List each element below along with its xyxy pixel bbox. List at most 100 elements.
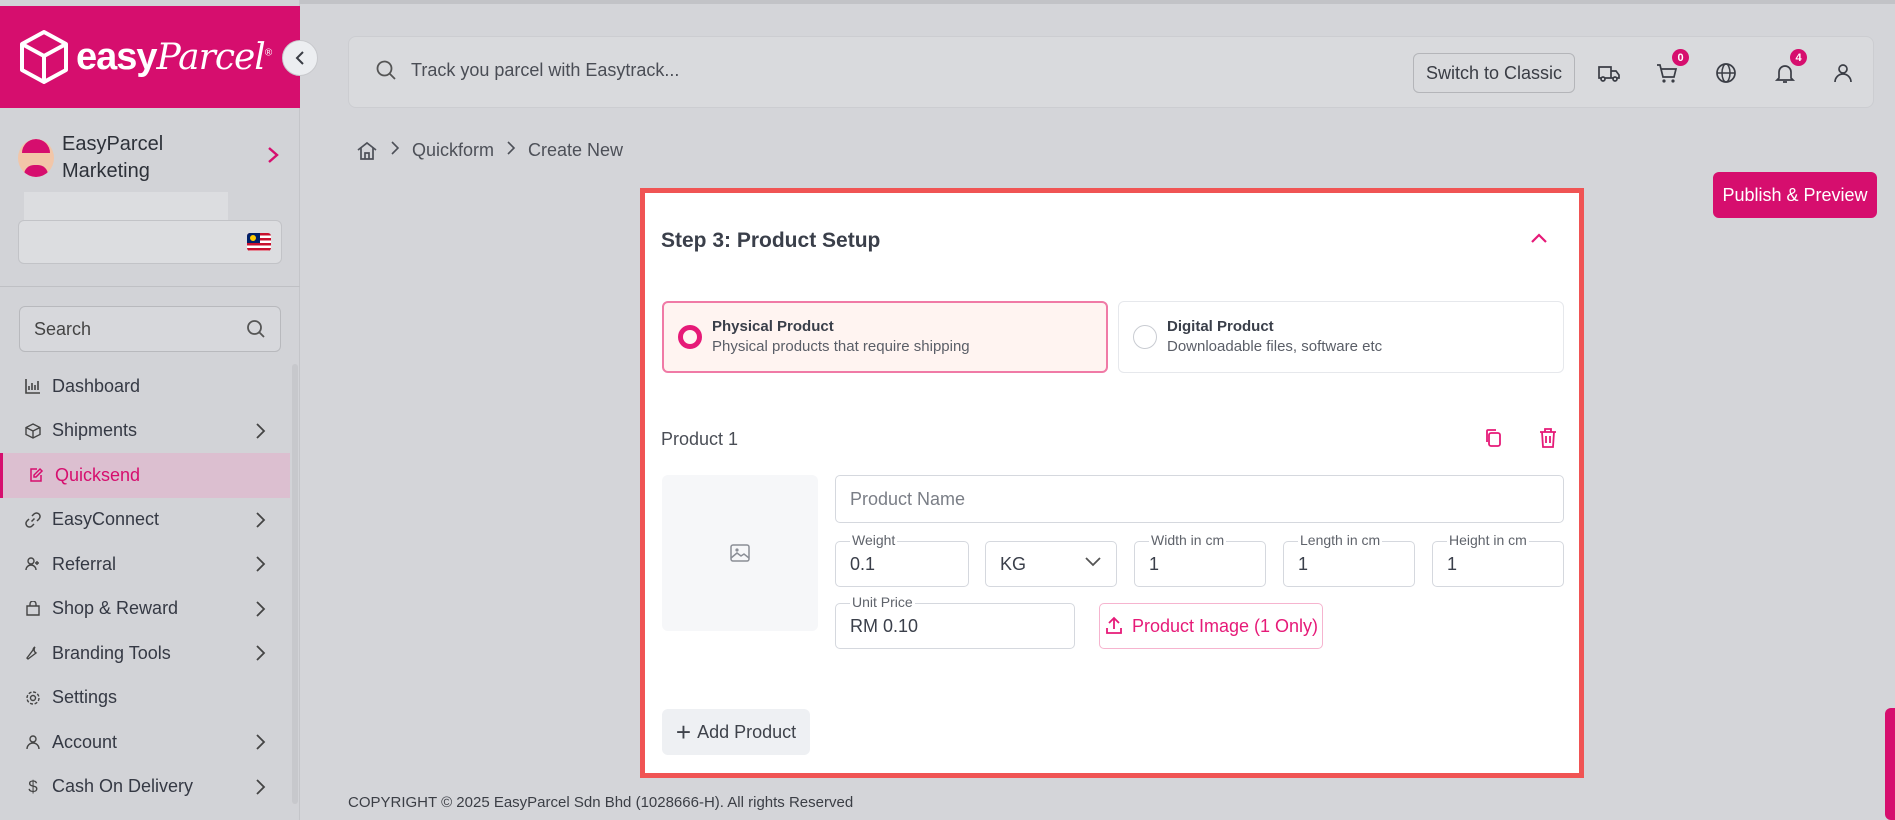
brand-logo[interactable]: easyParcel® <box>0 6 300 108</box>
user-icon[interactable] <box>1829 59 1857 87</box>
product-name-input[interactable]: Product Name <box>835 475 1564 523</box>
chevron-up-icon[interactable] <box>1529 231 1549 245</box>
home-icon[interactable] <box>356 141 378 161</box>
feedback-tab[interactable] <box>1885 708 1895 820</box>
width-label: Width in cm <box>1149 532 1227 548</box>
chevron-right-icon <box>256 734 266 750</box>
trash-icon[interactable] <box>1538 427 1558 449</box>
cart-button[interactable]: 0 <box>1653 49 1689 87</box>
chevron-right-icon <box>256 778 266 795</box>
weight-unit-value: KG <box>1000 553 1027 574</box>
malaysia-flag-icon <box>247 233 271 251</box>
sidebar-item-dashboard[interactable]: Dashboard <box>0 364 290 409</box>
chevron-right-icon <box>506 140 516 161</box>
sidebar-item-quicksend[interactable]: Quicksend <box>0 453 290 498</box>
easytrack-placeholder: Track you parcel with Easytrack... <box>411 59 680 80</box>
chevron-right-icon <box>256 556 266 572</box>
user-icon <box>24 733 42 751</box>
globe-icon[interactable] <box>1712 59 1740 87</box>
box-icon <box>24 422 42 440</box>
sidebar-collapse-button[interactable] <box>282 40 318 76</box>
sidebar-item-label: EasyConnect <box>52 509 160 530</box>
profile-switcher[interactable]: EasyParcel Marketing <box>18 128 280 188</box>
profile-name: EasyParcel Marketing <box>62 133 164 182</box>
product-image-upload-button[interactable]: Product Image (1 Only) <box>1099 603 1323 649</box>
physical-product-option[interactable]: Physical Product Physical products that … <box>662 301 1108 373</box>
add-product-label: Add Product <box>697 721 797 742</box>
length-input[interactable]: Length in cm 1 <box>1283 532 1415 587</box>
search-icon <box>247 320 265 338</box>
copyright-footer: COPYRIGHT © 2025 EasyParcel Sdn Bhd (102… <box>348 794 854 811</box>
digital-product-option[interactable]: Digital Product Downloadable files, soft… <box>1118 301 1564 373</box>
copy-icon[interactable] <box>1483 427 1503 449</box>
weight-value: 0.1 <box>850 553 876 574</box>
gear-icon <box>24 689 42 707</box>
switch-to-classic-button[interactable]: Switch to Classic <box>1413 53 1576 93</box>
chevron-right-icon <box>390 140 400 161</box>
divider <box>0 286 300 287</box>
sidebar-item-easyconnect[interactable]: EasyConnect <box>0 498 290 543</box>
height-input[interactable]: Height in cm 1 <box>1432 532 1564 587</box>
radio-unselected[interactable] <box>1133 325 1157 349</box>
image-icon <box>730 544 750 562</box>
wrench-icon <box>24 644 42 662</box>
plus-icon: + <box>675 717 692 747</box>
option-title: Physical Product <box>712 318 834 335</box>
sidebar-item-shipments[interactable]: Shipments <box>0 409 290 454</box>
chevron-right-icon <box>256 645 266 661</box>
avatar <box>18 139 54 177</box>
sidebar-item-label: Referral <box>52 553 117 574</box>
sidebar-item-label: Dashboard <box>52 375 141 396</box>
weight-input[interactable]: Weight 0.1 <box>835 532 969 587</box>
brand-name-italic: Parcel <box>156 36 266 78</box>
upload-label: Product Image (1 Only) <box>1131 615 1319 636</box>
product-setup-card: Step 3: Product Setup Physical Product P… <box>640 188 1584 778</box>
product-label: Product 1 <box>661 429 739 449</box>
cart-count-badge: 0 <box>1672 49 1689 66</box>
option-title: Digital Product <box>1167 318 1274 335</box>
product-name-placeholder: Product Name <box>850 488 966 509</box>
radio-selected[interactable] <box>678 325 702 349</box>
unit-price-label: Unit Price <box>850 594 915 610</box>
brand-name: easy <box>76 35 158 78</box>
chart-icon <box>24 377 42 395</box>
sidebar-item-account[interactable]: Account <box>0 720 290 765</box>
easytrack-search-input[interactable]: Track you parcel with Easytrack... <box>375 59 679 81</box>
breadcrumb: Quickform Create New <box>356 140 623 161</box>
card-title: Step 3: Product Setup <box>661 229 881 252</box>
sidebar-search-input[interactable]: Search <box>19 306 281 352</box>
unit-price-value: RM 0.10 <box>850 615 919 636</box>
chevron-right-icon <box>268 147 279 163</box>
sidebar-item-settings[interactable]: Settings <box>0 676 290 721</box>
user-plus-icon <box>24 555 42 573</box>
product-image-placeholder[interactable] <box>662 475 818 631</box>
truck-icon[interactable] <box>1595 59 1623 87</box>
sidebar-item-label: Shop & Reward <box>52 598 179 619</box>
notifications-button[interactable]: 4 <box>1771 49 1807 87</box>
sidebar: easyParcel® EasyParcel Marketing Search … <box>0 0 300 820</box>
chevron-right-icon <box>256 422 266 439</box>
cart-icon <box>1657 64 1678 83</box>
redacted-info <box>24 192 228 220</box>
breadcrumb-quickform[interactable]: Quickform <box>412 140 494 161</box>
top-bar: Track you parcel with Easytrack... Switc… <box>348 36 1874 108</box>
bell-icon <box>1774 65 1796 83</box>
cube-logo-icon <box>20 30 68 84</box>
sidebar-scrollbar[interactable] <box>292 364 298 804</box>
publish-preview-button[interactable]: Publish & Preview <box>1713 172 1877 218</box>
sidebar-item-label: Cash On Delivery <box>52 776 194 797</box>
add-product-button[interactable]: + Add Product <box>662 709 810 755</box>
top-divider <box>300 0 1895 4</box>
sidebar-item-shop-reward[interactable]: Shop & Reward <box>0 587 290 632</box>
option-desc: Downloadable files, software etc <box>1167 338 1383 355</box>
sidebar-item-referral[interactable]: Referral <box>0 542 290 587</box>
height-label: Height in cm <box>1447 532 1529 548</box>
upload-icon <box>1106 616 1122 634</box>
sidebar-item-cash-on-delivery[interactable]: $ Cash On Delivery <box>0 765 290 810</box>
account-selector[interactable] <box>18 220 282 264</box>
width-input[interactable]: Width in cm 1 <box>1134 532 1266 587</box>
sidebar-item-label: Shipments <box>52 420 138 441</box>
sidebar-item-branding-tools[interactable]: Branding Tools <box>0 631 290 676</box>
weight-unit-select[interactable]: KG <box>985 541 1117 587</box>
unit-price-input[interactable]: Unit Price RM 0.10 <box>835 594 1075 649</box>
